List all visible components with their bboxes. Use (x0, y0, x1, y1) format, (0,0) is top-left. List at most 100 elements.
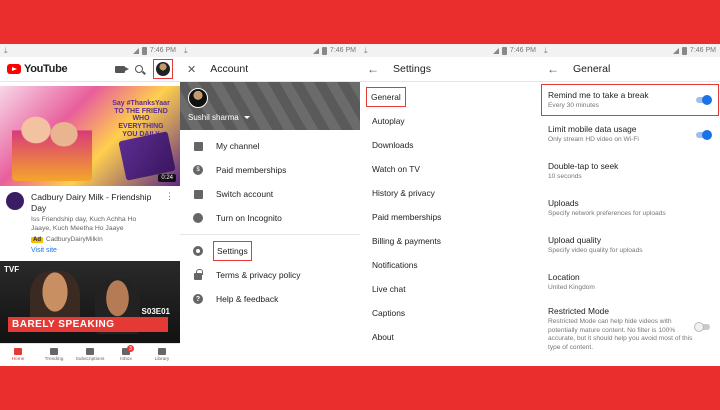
settings-item-paid-memberships[interactable]: Paid memberships (360, 205, 540, 229)
account-app-bar: ✕ Account (180, 57, 360, 82)
nav-label: Subscriptions (75, 357, 105, 362)
user-name: Sushil sharma (188, 113, 239, 122)
settings-label: General (366, 87, 406, 107)
setting-upload-quality[interactable]: Upload quality Specify video quality for… (540, 227, 720, 264)
nav-inbox[interactable]: 3 Inbox (108, 344, 144, 366)
general-app-bar: ← General (540, 57, 720, 82)
setting-double-tap-seek[interactable]: Double-tap to seek 10 seconds (540, 153, 720, 190)
setting-take-a-break[interactable]: Remind me to take a break Every 30 minut… (541, 84, 719, 116)
setting-title: Remind me to take a break (548, 89, 649, 100)
settings-item-billing-payments[interactable]: Billing & payments (360, 229, 540, 253)
menu-label: Turn on Incognito (216, 213, 282, 223)
nav-subscriptions[interactable]: Subscriptions (72, 344, 108, 366)
menu-settings[interactable]: Settings (180, 239, 360, 263)
setting-title: Restricted Mode (548, 306, 609, 316)
nav-label: Library (154, 357, 170, 362)
more-options-icon[interactable]: ⋮ (165, 191, 174, 254)
lock-icon (194, 269, 203, 280)
nav-trending[interactable]: Trending (36, 344, 72, 366)
limit-mobile-data-toggle[interactable] (694, 129, 712, 140)
menu-paid-memberships[interactable]: $ Paid memberships (180, 158, 360, 182)
nav-home[interactable]: Home (0, 344, 36, 366)
video-description: Iss Friendship day, Kuch Achha Ho Jaaye,… (31, 216, 137, 233)
nav-label: Inbox (120, 357, 132, 362)
setting-subtitle: 10 seconds (548, 173, 582, 181)
camera-icon[interactable] (115, 65, 129, 73)
episode-label: S03E01 (141, 307, 170, 316)
caret-down-icon (243, 116, 250, 119)
youtube-logo[interactable]: YouTube (7, 63, 68, 75)
status-time: 7:46 PM (509, 47, 536, 54)
home-icon (14, 348, 22, 355)
nav-library[interactable]: Library (144, 344, 180, 366)
menu-incognito[interactable]: Turn on Incognito (180, 206, 360, 230)
youtube-logo-text: YouTube (24, 63, 68, 75)
setting-subtitle: Specify video quality for uploads (548, 247, 643, 255)
setting-subtitle: Every 30 minutes (548, 101, 599, 109)
settings-item-live-chat[interactable]: Live chat (360, 277, 540, 301)
channel-avatar[interactable] (6, 192, 24, 210)
gear-icon (193, 246, 203, 256)
menu-label: Settings (213, 241, 252, 261)
channel-name: CadburyDairyMilkIn (46, 236, 103, 244)
account-avatar-button[interactable] (153, 59, 173, 79)
signal-icon (312, 47, 319, 54)
thumbnail-people (12, 96, 92, 181)
setting-uploads[interactable]: Uploads Specify network preferences for … (540, 190, 720, 227)
settings-item-downloads[interactable]: Downloads (360, 133, 540, 157)
page-title: General (573, 63, 611, 75)
take-a-break-toggle[interactable] (694, 95, 712, 105)
settings-item-notifications[interactable]: Notifications (360, 253, 540, 277)
home-screen: ⤓ 7:46 PM YouTube Say #ThanksYaar TO THE… (0, 44, 180, 366)
close-icon[interactable]: ✕ (187, 63, 196, 76)
download-icon: ⤓ (4, 45, 8, 55)
divider (180, 234, 360, 235)
bottom-navigation: Home Trending Subscriptions 3 Inbox Libr… (0, 343, 180, 366)
setting-location[interactable]: Location United Kingdom (540, 264, 720, 301)
youtube-play-icon (7, 64, 21, 74)
video-thumbnail-barely-speaking[interactable]: TVF S03E01 BARELY SPEAKING (0, 261, 180, 345)
trending-icon (50, 348, 58, 355)
battery-icon (321, 46, 327, 55)
download-icon: ⤓ (184, 45, 188, 55)
visit-site-link[interactable]: Visit site (31, 247, 158, 254)
setting-subtitle: Restricted Mode can help hide videos wit… (548, 318, 693, 351)
menu-help-feedback[interactable]: ? Help & feedback (180, 287, 360, 311)
status-bar: ⤓ 7:46 PM (360, 44, 540, 57)
setting-restricted-mode[interactable]: Restricted Mode Restricted Mode can help… (540, 301, 720, 353)
back-arrow-icon[interactable]: ← (547, 62, 559, 76)
library-icon (158, 348, 166, 355)
general-settings-list: Remind me to take a break Every 30 minut… (540, 82, 720, 353)
settings-item-general[interactable]: General (360, 85, 540, 109)
settings-item-history-privacy[interactable]: History & privacy (360, 181, 540, 205)
status-bar: ⤓ 7:46 PM (180, 44, 360, 57)
menu-terms-privacy[interactable]: Terms & privacy policy (180, 263, 360, 287)
account-switcher[interactable]: Sushil sharma (188, 113, 250, 122)
signal-icon (132, 47, 139, 54)
status-time: 7:46 PM (149, 47, 176, 54)
settings-item-captions[interactable]: Captions (360, 301, 540, 325)
settings-app-bar: ← Settings (360, 57, 540, 82)
menu-label: Paid memberships (216, 165, 287, 175)
account-screen: ⤓ 7:46 PM ✕ Account Sushil sharma My cha… (180, 44, 360, 366)
video-thumbnail-cadbury[interactable]: Say #ThanksYaar TO THE FRIEND WHO EVERYT… (0, 86, 180, 186)
setting-title: Limit mobile data usage (548, 124, 637, 135)
settings-item-watch-on-tv[interactable]: Watch on TV (360, 157, 540, 181)
video-title[interactable]: Cadbury Dairy Milk - Friendship Day (31, 192, 158, 213)
settings-item-autoplay[interactable]: Autoplay (360, 109, 540, 133)
download-icon: ⤓ (544, 45, 548, 55)
setting-subtitle: Specify network preferences for uploads (548, 210, 666, 218)
setting-subtitle: Only stream HD video on Wi-Fi (548, 136, 639, 144)
dollar-icon: $ (193, 165, 203, 175)
settings-list: General Autoplay Downloads Watch on TV H… (360, 82, 540, 349)
back-arrow-icon[interactable]: ← (367, 62, 379, 76)
setting-limit-mobile-data[interactable]: Limit mobile data usage Only stream HD v… (540, 116, 720, 153)
menu-switch-account[interactable]: Switch account (180, 182, 360, 206)
menu-my-channel[interactable]: My channel (180, 134, 360, 158)
restricted-mode-toggle[interactable] (694, 322, 712, 332)
battery-icon (681, 46, 687, 55)
settings-item-about[interactable]: About (360, 325, 540, 349)
status-bar: ⤓ 7:46 PM (540, 44, 720, 57)
video-duration: 0:24 (158, 174, 176, 182)
search-icon[interactable] (135, 65, 143, 73)
